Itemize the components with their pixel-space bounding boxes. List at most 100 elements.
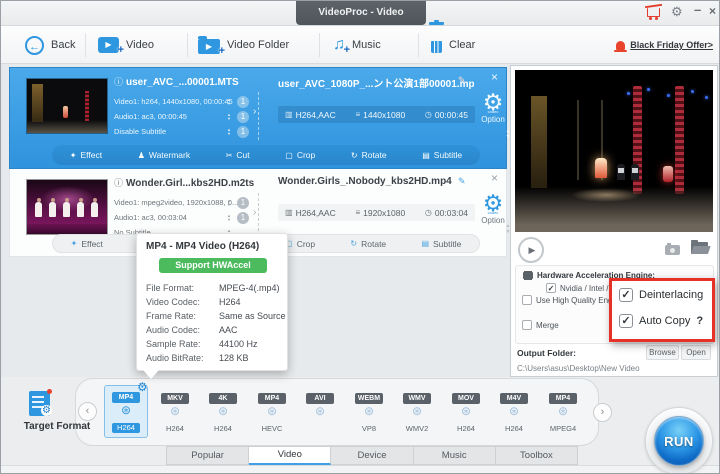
clear-label: Clear: [449, 39, 476, 51]
codec-option-button[interactable]: ⚙ codec Option: [472, 191, 514, 225]
open-button[interactable]: Open: [681, 345, 711, 360]
audio-track-count-badge: 1: [237, 111, 249, 123]
rename-pencil-icon[interactable]: ✎: [458, 75, 466, 86]
clear-button[interactable]: Clear: [431, 26, 475, 64]
remove-file-icon[interactable]: ×: [491, 171, 498, 185]
high-quality-checkbox[interactable]: ✓: [522, 295, 532, 305]
play-button[interactable]: ▶: [518, 237, 544, 263]
remove-file-icon[interactable]: ×: [491, 70, 498, 84]
browse-button[interactable]: Browse: [646, 345, 679, 360]
snapshot-camera-icon[interactable]: [665, 243, 680, 255]
minimize-button[interactable]: –: [694, 2, 701, 17]
auto-copy-checkbox[interactable]: ✓: [619, 314, 633, 328]
cart-icon[interactable]: [647, 8, 660, 20]
offer-label: Black Friday Offer>: [630, 40, 713, 50]
effect-button[interactable]: ✦ Effect: [70, 150, 102, 160]
format-card-4k-h264[interactable]: 4K ⊛ H264: [203, 387, 243, 435]
audio-track-count-badge: 1: [237, 212, 249, 224]
codec-option-button[interactable]: ⚙ codec Option: [472, 90, 514, 124]
chip-icon: [523, 272, 533, 279]
tab-device[interactable]: Device: [331, 446, 414, 465]
gpu-checkbox[interactable]: ✓: [546, 283, 556, 293]
effect-icon: ✦: [70, 239, 78, 248]
add-music-label: Music: [352, 39, 381, 51]
run-button[interactable]: RUN: [654, 416, 704, 466]
video-track-stepper[interactable]: ▲ ▼: [226, 199, 232, 207]
music-note-icon: ♫ +: [333, 36, 350, 57]
format-settings-gear-icon[interactable]: ⚙: [137, 380, 148, 394]
toolbar-divider: [319, 33, 320, 57]
settings-gear-icon[interactable]: ⚙: [671, 4, 683, 20]
merge-checkbox-row: ✓ Merge: [522, 320, 559, 330]
open-folder-icon[interactable]: [691, 240, 708, 254]
video-track-line: Video1: h264, 1440x1080, 00:00:45: [114, 97, 233, 106]
video-folder-icon: ▶ +: [198, 36, 225, 57]
tooltip-row: Frame Rate: Same as Source: [146, 311, 286, 321]
format-card-webm-vp8[interactable]: WEBM ⊛ VP8: [349, 387, 389, 435]
effect-button[interactable]: ✦ Effect: [71, 239, 103, 249]
rotate-icon: ↻: [350, 239, 358, 248]
toolbar-divider: [187, 33, 188, 57]
tab-video[interactable]: Video: [249, 446, 332, 465]
subtitle-track-line: Disable Subtitle: [114, 127, 167, 136]
format-card-mp4-mpeg4[interactable]: MP4 ⊛ MPEG4: [543, 387, 583, 435]
codec-gear-icon: ⚙ codec: [482, 190, 504, 216]
format-container-label: MP4: [112, 392, 140, 403]
format-card-wmv-wmv2[interactable]: WMV ⊛ WMV2: [397, 387, 437, 435]
tooltip-row: Audio BitRate: 128 KB: [146, 353, 249, 363]
target-info-chips: ▥ H264,AAC ≡ 1920x1080 ◷ 00:03:04: [278, 204, 475, 221]
video-track-stepper[interactable]: ▲ ▼: [226, 98, 232, 106]
effect-icon: ✦: [69, 150, 77, 160]
close-window-button[interactable]: ×: [709, 4, 716, 18]
add-video-folder-button[interactable]: ▶ + Video Folder: [198, 26, 289, 64]
rotate-button[interactable]: ↻ Rotate: [350, 239, 386, 249]
black-friday-offer-link[interactable]: Black Friday Offer>: [614, 26, 713, 64]
format-card-mp4-hevc[interactable]: MP4 ⊛ HEVC: [252, 387, 292, 435]
scroll-formats-left-button[interactable]: ‹: [78, 402, 97, 421]
subtitle-button[interactable]: ▤ Subtitle: [422, 150, 462, 160]
format-card-mkv-h264[interactable]: MKV ⊛ H264: [155, 387, 195, 435]
watermark-button[interactable]: ♟Watermark: [138, 150, 190, 160]
scroll-formats-right-button[interactable]: ›: [593, 403, 612, 422]
cut-icon: ✂: [225, 150, 233, 160]
format-category-tabs: Popular Video Device Music Toolbox: [166, 446, 579, 465]
add-video-button[interactable]: ▶ + Video: [98, 26, 154, 64]
subtitle-button[interactable]: ▤ Subtitle: [421, 239, 461, 249]
tab-popular[interactable]: Popular: [166, 446, 250, 465]
info-icon[interactable]: ⓘ: [114, 178, 123, 188]
duration-chip: ◷ 00:00:45: [424, 109, 468, 120]
crop-button[interactable]: ▢ Crop: [285, 239, 315, 249]
audio-track-stepper[interactable]: ▲ ▼: [226, 214, 232, 222]
codec-chip: ▥ H264,AAC: [285, 109, 336, 120]
format-card-m4v-h264[interactable]: M4V ⊛ H264: [494, 387, 534, 435]
add-music-button[interactable]: ♫ + Music: [333, 26, 381, 64]
toolbar-divider: [418, 33, 419, 57]
thumbnail-art: [27, 180, 107, 234]
deinterlacing-checkbox[interactable]: ✓: [619, 288, 633, 302]
format-card-mov-h264[interactable]: MOV ⊛ H264: [446, 387, 486, 435]
subtitle-track-stepper[interactable]: ▲▼: [226, 128, 232, 136]
film-icon: ▥: [285, 208, 293, 217]
tab-toolbox[interactable]: Toolbox: [495, 446, 579, 465]
cut-button[interactable]: ✂Cut: [226, 150, 250, 160]
format-tooltip: MP4 - MP4 Video (H264) Support HWAccel F…: [136, 233, 288, 379]
app-window: VideoProc - Video ⚙ – × ← Back ▶ + Video …: [0, 0, 720, 474]
tooltip-row: File Format: MPEG-4(.mp4): [146, 283, 280, 293]
auto-copy-help-icon[interactable]: ?: [696, 315, 703, 327]
tab-music[interactable]: Music: [413, 446, 496, 465]
bottom-strip: [1, 465, 719, 473]
file-row-selected[interactable]: × ⓘ user_AVC_...00001.MTS Video1: h264, 1…: [9, 67, 510, 169]
rotate-button[interactable]: ↻ Rotate: [351, 150, 387, 160]
back-label: Back: [51, 39, 76, 51]
edit-toolbar: ✦Effect ♟Watermark ✂Cut ▢Crop ↻Rotate ▤S…: [52, 145, 480, 165]
window-title: VideoProc - Video: [296, 1, 426, 25]
merge-checkbox[interactable]: ✓: [522, 320, 532, 330]
back-button[interactable]: ← Back: [25, 26, 75, 64]
rename-pencil-icon[interactable]: ✎: [458, 176, 466, 187]
trash-icon: [431, 41, 442, 53]
info-icon[interactable]: ⓘ: [114, 77, 123, 87]
format-card-avi[interactable]: AVI ⊛: [300, 387, 340, 435]
target-info-chips: ▥ H264,AAC ≡ 1440x1080 ◷ 00:00:45: [278, 106, 475, 123]
audio-track-stepper[interactable]: ▲ ▼: [226, 113, 232, 121]
crop-button[interactable]: ▢ Crop: [285, 150, 315, 160]
